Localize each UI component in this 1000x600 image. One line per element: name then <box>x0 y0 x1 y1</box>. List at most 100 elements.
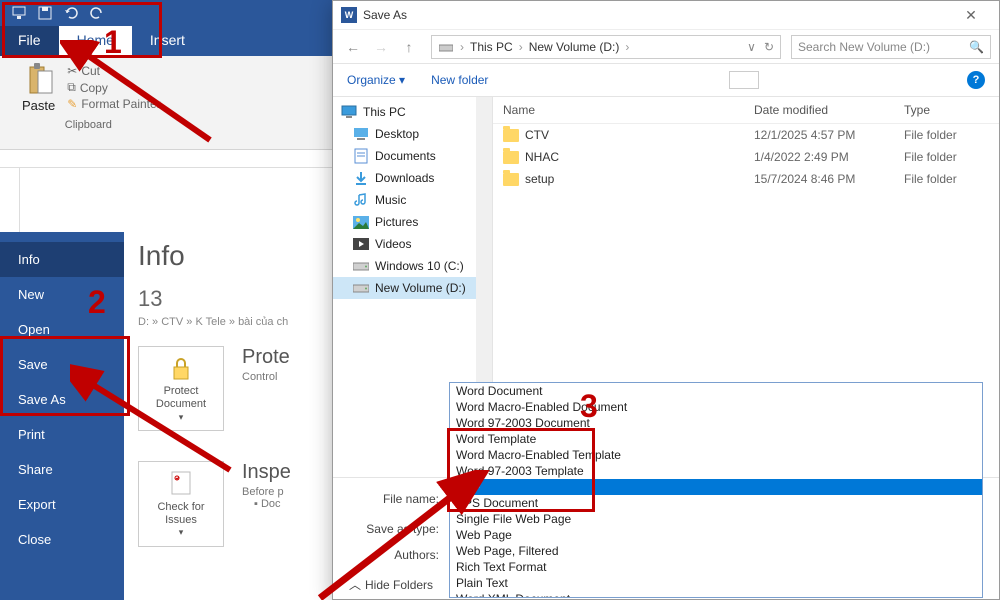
type-option-word-97-2003-template[interactable]: Word 97-2003 Template <box>450 463 982 479</box>
type-option-word-xml-document[interactable]: Word XML Document <box>450 591 982 598</box>
tab-insert[interactable]: Insert <box>132 26 203 56</box>
breadcrumb[interactable]: ›This PC ›New Volume (D:) › ∨ ↻ <box>431 35 781 59</box>
chevron-up-icon: ︿ <box>349 576 361 593</box>
col-name[interactable]: Name <box>503 103 754 117</box>
drive-icon <box>353 280 369 296</box>
tree-item-desktop[interactable]: Desktop <box>333 123 492 145</box>
type-option-single-file-web-page[interactable]: Single File Web Page <box>450 511 982 527</box>
file-row[interactable]: NHAC1/4/2022 2:49 PMFile folder <box>493 146 999 168</box>
backstage-item-print[interactable]: Print <box>0 417 124 452</box>
pc-icon <box>341 104 357 120</box>
callout-2: 2 <box>88 284 106 321</box>
docs-icon <box>353 148 369 164</box>
type-option-pdf[interactable]: PDF <box>450 479 982 495</box>
pictures-icon <box>353 214 369 230</box>
cut-button[interactable]: ✂Cut <box>67 64 160 78</box>
backstage-item-save-as[interactable]: Save As <box>0 382 124 417</box>
backstage-item-close[interactable]: Close <box>0 522 124 557</box>
backstage-info-panel: Info 13 D: » CTV » K Tele » bài của ch P… <box>124 232 330 600</box>
save-icon[interactable] <box>34 2 56 24</box>
backstage-item-info[interactable]: Info <box>0 242 124 277</box>
protect-document-button[interactable]: Protect Document▾ <box>138 346 224 431</box>
info-heading: Info <box>138 240 316 272</box>
tree-item-this-pc[interactable]: This PC <box>333 101 492 123</box>
type-option-web-page[interactable]: Web Page <box>450 527 982 543</box>
tree-item-music[interactable]: Music <box>333 189 492 211</box>
doc-title: 13 <box>138 286 316 312</box>
format-painter-button[interactable]: ✎Format Painter <box>67 97 160 111</box>
save-type-dropdown-list[interactable]: Word DocumentWord Macro-Enabled Document… <box>449 382 983 598</box>
folder-icon <box>503 129 519 142</box>
drive-icon <box>438 39 454 55</box>
dialog-nav-bar: ← → ↑ ›This PC ›New Volume (D:) › ∨ ↻ Se… <box>333 29 999 63</box>
folder-icon <box>503 173 519 186</box>
desktop-icon <box>353 126 369 142</box>
tree-item-pictures[interactable]: Pictures <box>333 211 492 233</box>
redo-icon[interactable] <box>86 2 108 24</box>
copy-button[interactable]: ⧉Copy <box>67 80 160 95</box>
file-row[interactable]: setup15/7/2024 8:46 PMFile folder <box>493 168 999 190</box>
clipboard-group-label: Clipboard <box>65 119 112 131</box>
tree-item-documents[interactable]: Documents <box>333 145 492 167</box>
downloads-icon <box>353 170 369 186</box>
lock-icon <box>168 355 194 385</box>
filename-label: File name: <box>349 492 449 506</box>
inspect-heading: Inspe <box>242 461 291 484</box>
type-option-xps-document[interactable]: XPS Document <box>450 495 982 511</box>
checklist-icon <box>168 470 194 500</box>
type-option-word-97-2003-document[interactable]: Word 97-2003 Document <box>450 415 982 431</box>
tab-file[interactable]: File <box>0 26 59 56</box>
drive-icon <box>353 258 369 274</box>
forward-button[interactable]: → <box>369 35 393 59</box>
view-options-button[interactable] <box>729 71 759 89</box>
scissors-icon: ✂ <box>67 64 77 78</box>
col-date[interactable]: Date modified <box>754 103 904 117</box>
search-input[interactable]: Search New Volume (D:) 🔍 <box>791 35 991 59</box>
search-icon: 🔍 <box>969 40 984 54</box>
check-issues-button[interactable]: Check for Issues▾ <box>138 461 224 546</box>
type-option-rich-text-format[interactable]: Rich Text Format <box>450 559 982 575</box>
new-folder-button[interactable]: New folder <box>431 73 488 87</box>
doc-path: D: » CTV » K Tele » bài của ch <box>138 316 316 328</box>
up-button[interactable]: ↑ <box>397 35 421 59</box>
tree-item-videos[interactable]: Videos <box>333 233 492 255</box>
backstage-view: InfoNewOpenSaveSave AsPrintShareExportCl… <box>0 232 330 600</box>
authors-label: Authors: <box>349 548 449 562</box>
save-type-label: Save as type: <box>349 522 449 536</box>
inspect-sub: Before p <box>242 486 291 498</box>
word-icon: W <box>341 7 357 23</box>
dialog-title: Save As <box>363 8 407 22</box>
paste-button[interactable]: Paste <box>16 60 61 115</box>
backstage-item-save[interactable]: Save <box>0 347 124 382</box>
type-option-plain-text[interactable]: Plain Text <box>450 575 982 591</box>
close-button[interactable]: ✕ <box>951 7 991 24</box>
type-option-word-document[interactable]: Word Document <box>450 383 982 399</box>
tree-item-windows-10-c-[interactable]: Windows 10 (C:) <box>333 255 492 277</box>
dialog-toolbar: Organize ▾ New folder ? <box>333 63 999 97</box>
refresh-icon[interactable]: ↻ <box>764 40 774 54</box>
back-button[interactable]: ← <box>341 35 365 59</box>
type-option-word-template[interactable]: Word Template <box>450 431 982 447</box>
undo-icon[interactable] <box>60 2 82 24</box>
type-option-word-macro-enabled-template[interactable]: Word Macro-Enabled Template <box>450 447 982 463</box>
help-icon[interactable]: ? <box>967 71 985 89</box>
clipboard-icon <box>23 62 55 98</box>
tree-item-downloads[interactable]: Downloads <box>333 167 492 189</box>
paste-label: Paste <box>22 98 55 113</box>
device-icon[interactable] <box>8 2 30 24</box>
type-option-word-macro-enabled-document[interactable]: Word Macro-Enabled Document <box>450 399 982 415</box>
copy-icon: ⧉ <box>67 80 76 95</box>
tree-item-new-volume-d-[interactable]: New Volume (D:) <box>333 277 492 299</box>
protect-heading: Prote <box>242 346 290 369</box>
file-row[interactable]: CTV12/1/2025 4:57 PMFile folder <box>493 124 999 146</box>
column-headers[interactable]: Name Date modified Type <box>493 97 999 124</box>
organize-button[interactable]: Organize ▾ <box>347 73 405 87</box>
videos-icon <box>353 236 369 252</box>
backstage-item-export[interactable]: Export <box>0 487 124 522</box>
protect-sub: Control <box>242 371 290 383</box>
brush-icon: ✎ <box>67 97 77 111</box>
col-type[interactable]: Type <box>904 103 989 117</box>
type-option-web-page-filtered[interactable]: Web Page, Filtered <box>450 543 982 559</box>
callout-1: 1 <box>104 24 122 61</box>
backstage-item-share[interactable]: Share <box>0 452 124 487</box>
